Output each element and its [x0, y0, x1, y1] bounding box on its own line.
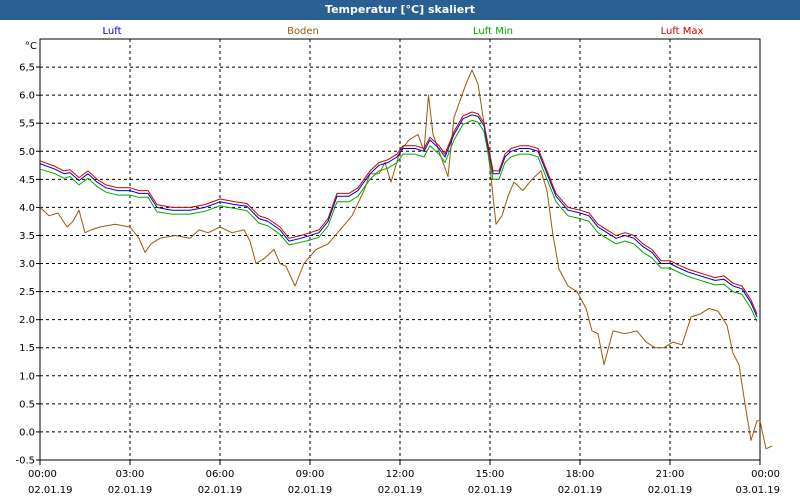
x-tick-date-label: 02.01.19	[28, 485, 73, 496]
y-tick-label: 2.0	[19, 315, 35, 326]
y-tick-label: 3.5	[19, 231, 35, 242]
y-tick-label: 1.5	[19, 343, 35, 354]
x-tick-time-label: 00:00	[28, 469, 57, 480]
x-tick-time-label: 00:00	[751, 469, 780, 480]
x-tick-time-label: 18:00	[566, 469, 595, 480]
y-tick-label: 0.5	[19, 399, 35, 410]
x-tick-time-label: 06:00	[206, 469, 235, 480]
series-line-boden	[39, 69, 773, 450]
series-line-luft-min	[39, 119, 758, 322]
legend-entry-boden: Boden	[287, 26, 319, 37]
y-tick-label: 4.0	[19, 203, 35, 214]
y-tick-label: 5,5	[19, 119, 35, 130]
series-line-luft	[39, 114, 758, 318]
y-tick-label: 0.0	[19, 427, 35, 438]
x-tick-date-label: 02.01.19	[648, 485, 693, 496]
x-tick-time-label: 09:00	[296, 469, 325, 480]
x-axis: 00:00 02.01.19 03:00 02.01.19 06:00 02.01.19 0…	[28, 460, 780, 496]
y-tick-label: 6.0	[19, 91, 35, 102]
legend-entry-luft-min: Luft Min	[473, 26, 513, 37]
x-tick-time-label: 12:00	[386, 469, 415, 480]
x-tick-time-label: 21:00	[656, 469, 685, 480]
y-tick-label: 5.0	[19, 147, 35, 158]
x-tick-date-label: 02.01.19	[378, 485, 423, 496]
x-tick-date-label: 02.01.19	[558, 485, 603, 496]
x-tick-date-label: 03.01.19	[735, 485, 780, 496]
y-tick-label: 3.0	[19, 259, 35, 270]
chart-series	[39, 69, 773, 450]
x-tick-date-label: 02.01.19	[288, 485, 333, 496]
x-tick-time-label: 15:00	[476, 469, 505, 480]
chart-legend: Luft Boden Luft Min Luft Max	[103, 26, 704, 37]
y-axis: -0.5 0.0 0.5 1.0 1.5 2.0 2.5 3.0 3.5 4.0 4.5 5.0 5,5…	[15, 63, 40, 467]
x-tick-date-label: 02.01.19	[198, 485, 243, 496]
y-tick-label: 4.5	[19, 175, 35, 186]
y-tick-label: 2.5	[19, 287, 35, 298]
x-tick-date-label: 02.01.19	[108, 485, 153, 496]
temperature-chart: Luft Boden Luft Min Luft Max °C -0.5 0.0 0.5 1…	[15, 26, 780, 496]
y-tick-label: 6,5	[19, 63, 35, 74]
x-tick-date-label: 02.01.19	[468, 485, 513, 496]
legend-entry-luft-max: Luft Max	[661, 26, 704, 37]
series-line-luft-max	[39, 111, 758, 315]
x-tick-time-label: 03:00	[116, 469, 145, 480]
legend-entry-luft: Luft	[103, 26, 122, 37]
y-tick-label: 1.0	[19, 371, 35, 382]
y-axis-unit-label: °C	[25, 41, 37, 52]
y-tick-label: -0.5	[15, 456, 35, 467]
